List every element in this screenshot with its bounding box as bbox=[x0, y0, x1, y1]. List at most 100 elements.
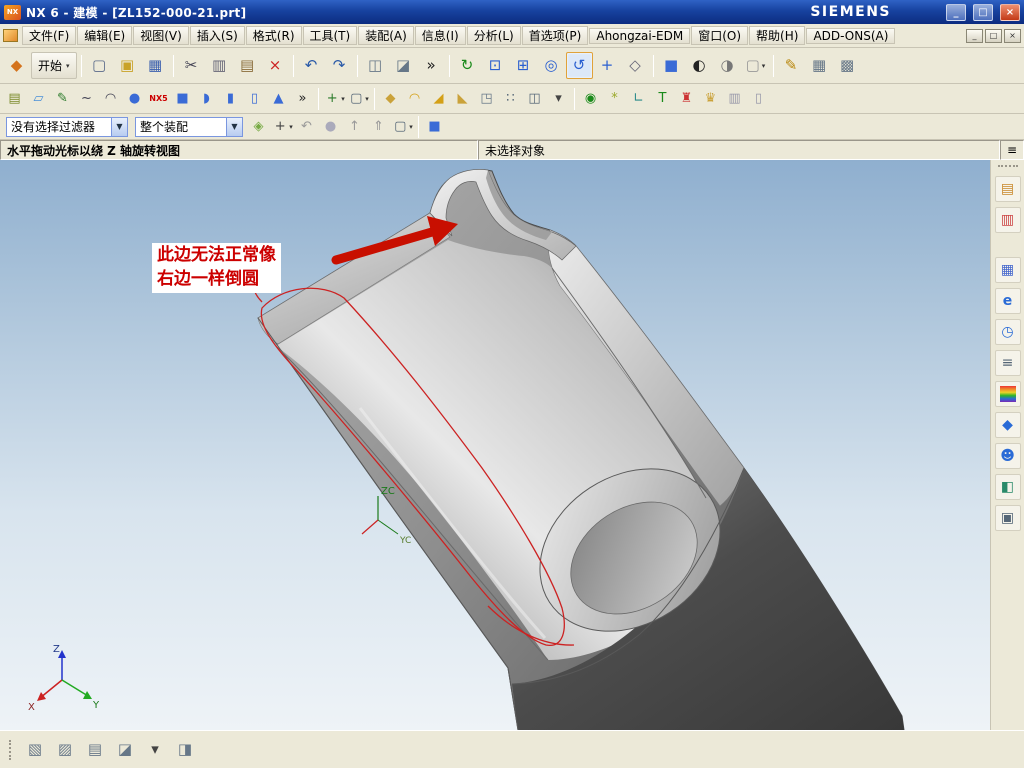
shell-button[interactable]: ◳ bbox=[475, 87, 498, 110]
selection-scope-dropdown[interactable]: 整个装配 ▼ bbox=[135, 116, 243, 137]
columns-button[interactable]: ▥ bbox=[723, 87, 746, 110]
palette-button[interactable] bbox=[994, 381, 1021, 407]
viewport-canvas[interactable]: ZC YC Z X Y bbox=[0, 168, 990, 730]
paste-display-button[interactable]: ◪ bbox=[390, 52, 417, 79]
bottom-caret-button[interactable]: ▾ bbox=[141, 736, 169, 764]
mdi-minimize-button[interactable]: _ bbox=[966, 28, 983, 43]
orient-view-button[interactable]: ▧ bbox=[21, 736, 49, 764]
boss-button[interactable]: ◆ bbox=[379, 87, 402, 110]
redo-button[interactable]: ↷ bbox=[326, 52, 353, 79]
snap-ball-button[interactable]: ● bbox=[319, 115, 342, 138]
sheet-button[interactable]: ▦ bbox=[806, 52, 833, 79]
selection-filter-dropdown[interactable]: 没有选择过滤器 ▼ bbox=[6, 116, 128, 137]
copy-display-button[interactable]: ◫ bbox=[362, 52, 389, 79]
text-button[interactable]: T bbox=[651, 87, 674, 110]
menu-tools[interactable]: 工具(T) bbox=[302, 26, 358, 45]
export-view-button[interactable]: ◪ bbox=[111, 736, 139, 764]
menu-addons[interactable]: ADD-ONS(A) bbox=[806, 27, 896, 44]
history-button[interactable]: ◷ bbox=[994, 319, 1021, 345]
menu-file[interactable]: 文件(F) bbox=[22, 26, 77, 45]
shaded-button[interactable]: ■ bbox=[658, 52, 685, 79]
mirror-button[interactable]: ◫ bbox=[523, 87, 546, 110]
wave-link-button[interactable]: ♜ bbox=[675, 87, 698, 110]
regenerate-button[interactable]: ↻ bbox=[454, 52, 481, 79]
extrude-button[interactable]: ■ bbox=[171, 87, 194, 110]
menu-analysis[interactable]: 分析(L) bbox=[466, 26, 521, 45]
selection-scope-caret-icon[interactable]: ▼ bbox=[226, 117, 242, 136]
snap-view-button[interactable]: ◇ bbox=[622, 52, 649, 79]
tube-button[interactable]: ▯ bbox=[243, 87, 266, 110]
cone-button[interactable]: ▲ bbox=[267, 87, 290, 110]
start-button[interactable]: 开始 ▾ bbox=[31, 52, 77, 79]
menu-format[interactable]: 格式(R) bbox=[245, 26, 302, 45]
crown-tool-button[interactable]: ♛ bbox=[699, 87, 722, 110]
measure-button[interactable]: ∟ bbox=[627, 87, 650, 110]
copy-button[interactable]: ▥ bbox=[206, 52, 233, 79]
cylinder-button[interactable]: ● bbox=[123, 87, 146, 110]
new-layout-button[interactable]: ▤ bbox=[81, 736, 109, 764]
save-button[interactable]: ▦ bbox=[142, 52, 169, 79]
menu-view[interactable]: 视图(V) bbox=[133, 26, 189, 45]
sketch-button[interactable]: ✎ bbox=[51, 87, 74, 110]
arc-button[interactable]: ◠ bbox=[99, 87, 122, 110]
chamfer-button[interactable]: ◢ bbox=[427, 87, 450, 110]
assembly-navigator-button[interactable]: ▤ bbox=[994, 176, 1021, 202]
draft-button[interactable]: ◣ bbox=[451, 87, 474, 110]
menu-information[interactable]: 信息(I) bbox=[414, 26, 466, 45]
drafting-button[interactable]: ✎ bbox=[778, 52, 805, 79]
customize-button[interactable]: ▩ bbox=[834, 52, 861, 79]
graphics-viewport[interactable]: ZC YC Z X Y 此边无法正常像 右边一样倒圆 bbox=[0, 160, 990, 730]
materials-button[interactable]: ◆ bbox=[994, 412, 1021, 438]
delete-button[interactable]: × bbox=[262, 52, 289, 79]
scope-filter-button[interactable]: ◈ bbox=[247, 115, 270, 138]
pattern-button[interactable]: ∷ bbox=[499, 87, 522, 110]
rotate-button[interactable]: ↺ bbox=[565, 52, 593, 79]
move-up-button[interactable]: ↑ bbox=[343, 115, 366, 138]
roles-button[interactable]: ☻ bbox=[994, 443, 1021, 469]
mdi-restore-button[interactable]: □ bbox=[985, 28, 1002, 43]
row2-caret-button[interactable]: ▾ bbox=[547, 87, 570, 110]
shaded-toggle-button[interactable]: ■ bbox=[423, 115, 446, 138]
menu-edit[interactable]: 编辑(E) bbox=[77, 26, 133, 45]
close-button[interactable]: × bbox=[1000, 3, 1020, 21]
menu-help[interactable]: 帮助(H) bbox=[749, 26, 806, 45]
menu-insert[interactable]: 插入(S) bbox=[189, 26, 245, 45]
cut-button[interactable]: ✂ bbox=[178, 52, 205, 79]
selection-filter-caret-icon[interactable]: ▼ bbox=[111, 117, 127, 136]
monitor-button[interactable]: ▣ bbox=[994, 505, 1021, 531]
mold-check-button[interactable]: ◉ bbox=[579, 87, 602, 110]
point-button[interactable]: + ▾ bbox=[323, 87, 346, 110]
block-button[interactable]: ▮ bbox=[219, 87, 242, 110]
move-top-button[interactable]: ⇑ bbox=[367, 115, 390, 138]
revolve-button[interactable]: ◗ bbox=[195, 87, 218, 110]
fit-view-button[interactable]: ⊡ bbox=[482, 52, 509, 79]
minimize-button[interactable]: _ bbox=[946, 3, 966, 21]
paste-button[interactable]: ▤ bbox=[234, 52, 261, 79]
undo-button[interactable]: ↶ bbox=[298, 52, 325, 79]
constraint-navigator-button[interactable]: ▥ bbox=[994, 207, 1021, 233]
mdi-close-button[interactable]: × bbox=[1004, 28, 1021, 43]
face-analysis-button[interactable]: ◑ bbox=[714, 52, 741, 79]
internet-explorer-button[interactable]: e bbox=[994, 288, 1021, 314]
part-navigator-button[interactable]: ▦ bbox=[994, 257, 1021, 283]
display-mode-button[interactable]: ◐ bbox=[686, 52, 713, 79]
information-button[interactable]: ≡ bbox=[994, 350, 1021, 376]
curve-button[interactable]: ~ bbox=[75, 87, 98, 110]
rectangle-button[interactable]: ▢ ▾ bbox=[347, 87, 370, 110]
tool-spark-button[interactable]: * bbox=[603, 87, 626, 110]
menu-window[interactable]: 窗口(O) bbox=[691, 26, 749, 45]
panel-toggle-button[interactable]: ≡ bbox=[1000, 140, 1024, 160]
datum-plane-button[interactable]: ▱ bbox=[27, 87, 50, 110]
background-button[interactable]: ▢ ▾ bbox=[742, 52, 769, 79]
snapshot-button[interactable]: ▨ bbox=[51, 736, 79, 764]
edge-blend-button[interactable]: ◠ bbox=[403, 87, 426, 110]
bottombar-grip[interactable] bbox=[9, 739, 15, 760]
web-browser-button[interactable]: ◧ bbox=[994, 474, 1021, 500]
maximize-button[interactable]: □ bbox=[973, 3, 993, 21]
marquee-button[interactable]: ▢ ▾ bbox=[391, 115, 414, 138]
open-button[interactable]: ▣ bbox=[114, 52, 141, 79]
zoom-button[interactable]: ◎ bbox=[538, 52, 565, 79]
extra-tool-button[interactable]: ◨ bbox=[171, 736, 199, 764]
row1-overflow-button[interactable]: » bbox=[418, 52, 445, 79]
new-button[interactable]: ▢ bbox=[86, 52, 113, 79]
